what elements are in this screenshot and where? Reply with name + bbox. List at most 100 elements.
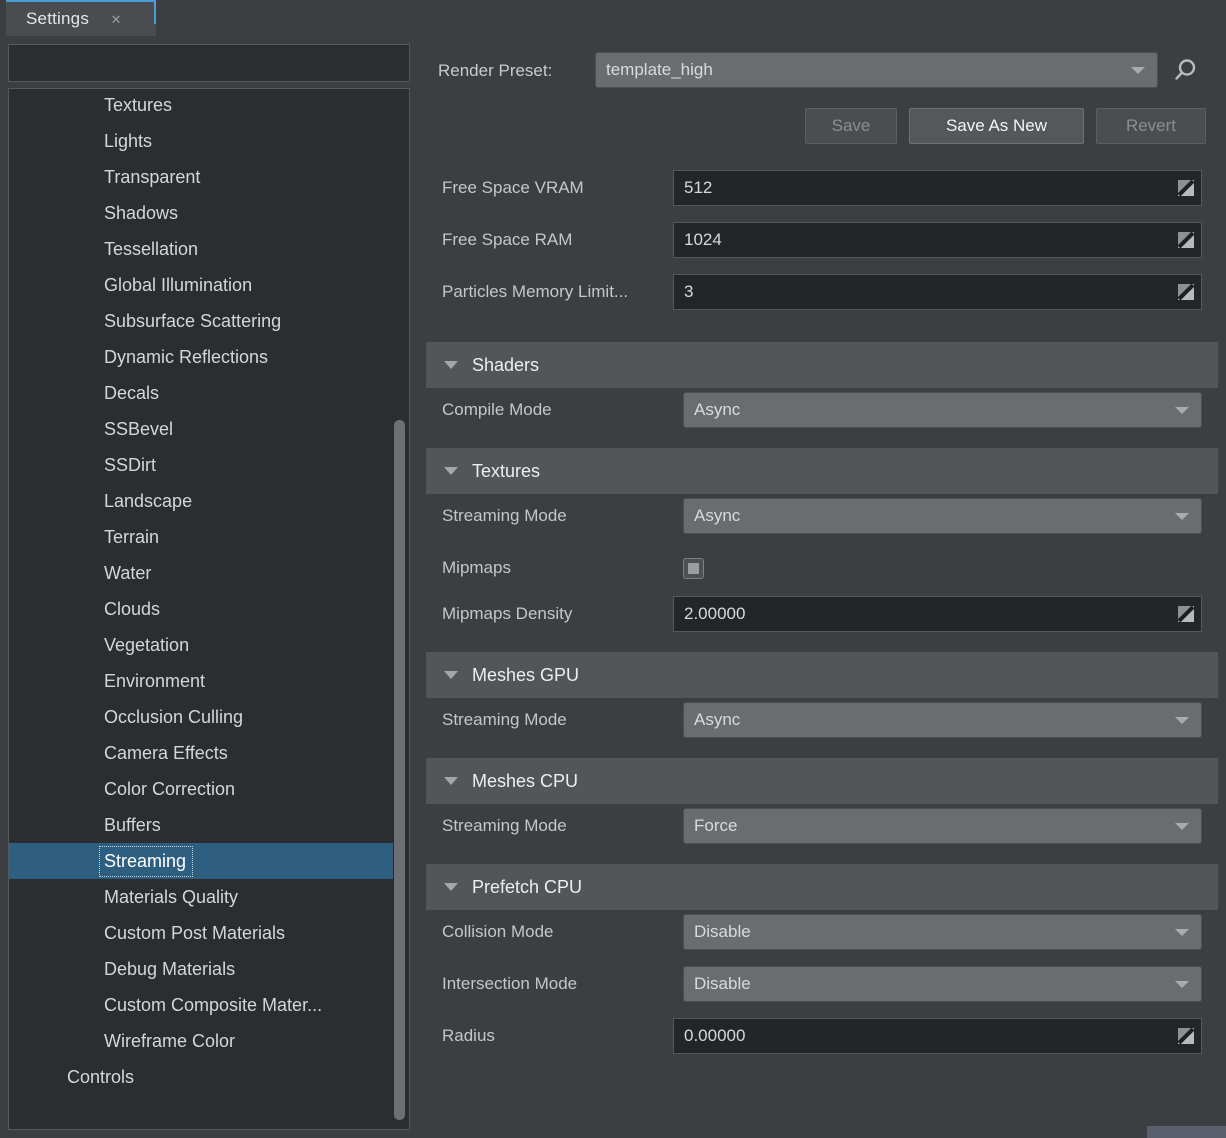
save-as-new-button-label: Save As New — [945, 116, 1048, 135]
sidebar-item-label: Subsurface Scattering — [104, 310, 282, 331]
sidebar-item-global-illumination[interactable]: Global Illumination — [9, 267, 389, 303]
save-as-new-button[interactable]: Save As New — [909, 108, 1084, 144]
revert-button[interactable]: Revert — [1096, 108, 1206, 144]
sidebar-item-label: Decals — [104, 382, 160, 403]
sidebar-item-label: Shadows — [104, 202, 179, 223]
sidebar-item-label: Streaming — [98, 845, 194, 877]
resize-grip-icon[interactable] — [1177, 231, 1195, 249]
sidebar-scrollbar-thumb[interactable] — [394, 420, 405, 1120]
streaming-mode-value: Async — [694, 506, 741, 525]
chevron-down-icon — [1175, 929, 1189, 936]
sidebar-item-occlusion-culling[interactable]: Occlusion Culling — [9, 699, 389, 735]
save-button[interactable]: Save — [805, 108, 897, 144]
sidebar-scrollbar-track[interactable] — [394, 90, 408, 1128]
resize-grip-icon[interactable] — [1177, 1027, 1195, 1045]
section-title: Meshes GPU — [472, 664, 580, 685]
sidebar-item-subsurface-scattering[interactable]: Subsurface Scattering — [9, 303, 389, 339]
streaming-mode-dropdown[interactable]: Async — [683, 498, 1202, 534]
sidebar-tree[interactable]: Textures Lights Transparent Shadows Tessella… — [8, 88, 410, 1130]
intersection-mode-dropdown[interactable]: Disable — [683, 966, 1202, 1002]
sidebar-item-label: Buffers — [104, 814, 161, 835]
sidebar-item-label: Wireframe Color — [104, 1030, 236, 1051]
mipmaps-density-input[interactable]: 2.00000 — [673, 596, 1202, 632]
sidebar-item-ssbevel[interactable]: SSBevel — [9, 411, 389, 447]
section-header-textures[interactable]: Textures — [426, 448, 1218, 494]
close-icon[interactable]: ✕ — [109, 12, 123, 26]
sidebar-item-shadows[interactable]: Shadows — [9, 195, 389, 231]
sidebar-item-wireframe-color[interactable]: Wireframe Color — [9, 1023, 389, 1059]
checkbox-mark-icon — [688, 563, 699, 574]
particles-memory-limit-value: 3 — [684, 282, 694, 301]
search-input[interactable] — [9, 45, 409, 81]
sidebar-item-label: Lights — [104, 130, 153, 151]
section-header-prefetch-cpu[interactable]: Prefetch CPU — [426, 864, 1218, 910]
sidebar-item-buffers[interactable]: Buffers — [9, 807, 389, 843]
sidebar-item-controls[interactable]: Controls — [9, 1059, 389, 1095]
render-preset-dropdown[interactable]: template_high — [595, 52, 1158, 88]
mipmaps-checkbox[interactable] — [683, 558, 704, 579]
sidebar-item-label: Controls — [67, 1066, 135, 1087]
property-row: Streaming Mode Async — [418, 698, 1226, 742]
sidebar-item-environment[interactable]: Environment — [9, 663, 389, 699]
preset-button-row: Save Save As New Revert — [418, 108, 1226, 148]
streaming-mode-dropdown[interactable]: Async — [683, 702, 1202, 738]
section-header-meshes-gpu[interactable]: Meshes GPU — [426, 652, 1218, 698]
sidebar-item-label: Environment — [104, 670, 206, 691]
sidebar-item-camera-effects[interactable]: Camera Effects — [9, 735, 389, 771]
streaming-mode-label: Streaming Mode — [442, 816, 567, 835]
sidebar-item-vegetation[interactable]: Vegetation — [9, 627, 389, 663]
sidebar-item-lights[interactable]: Lights — [9, 123, 389, 159]
sidebar-item-custom-composite-mater[interactable]: Custom Composite Mater... — [9, 987, 389, 1023]
mipmaps-density-label: Mipmaps Density — [442, 604, 573, 623]
collision-mode-dropdown[interactable]: Disable — [683, 914, 1202, 950]
sidebar-item-textures[interactable]: Textures — [9, 89, 389, 123]
free-space-ram-label: Free Space RAM — [442, 230, 573, 249]
tab-active-indicator — [154, 2, 156, 24]
sidebar-item-label: Landscape — [104, 490, 193, 511]
section-header-meshes-cpu[interactable]: Meshes CPU — [426, 758, 1218, 804]
free-space-ram-input[interactable]: 1024 — [673, 222, 1202, 258]
sidebar-item-terrain[interactable]: Terrain — [9, 519, 389, 555]
sidebar-item-debug-materials[interactable]: Debug Materials — [9, 951, 389, 987]
resize-grip-icon[interactable] — [1177, 283, 1195, 301]
streaming-mode-dropdown[interactable]: Force — [683, 808, 1202, 844]
sidebar-tree-list: Textures Lights Transparent Shadows Tessella… — [9, 89, 393, 1095]
mipmaps-density-value: 2.00000 — [684, 604, 746, 623]
sidebar-item-dynamic-reflections[interactable]: Dynamic Reflections — [9, 339, 389, 375]
property-row: Compile Mode Async — [418, 388, 1226, 432]
sidebar-item-label: Materials Quality — [104, 886, 239, 907]
sidebar-item-label: Color Correction — [104, 778, 236, 799]
sidebar-item-label: SSBevel — [104, 418, 174, 439]
search-icon[interactable] — [1170, 56, 1200, 86]
particles-memory-limit-input[interactable]: 3 — [673, 274, 1202, 310]
sidebar-item-tessellation[interactable]: Tessellation — [9, 231, 389, 267]
section-title: Meshes CPU — [472, 770, 579, 791]
tab-settings[interactable]: Settings ✕ — [6, 0, 156, 36]
sidebar-item-ssdirt[interactable]: SSDirt — [9, 447, 389, 483]
sidebar-item-label: Vegetation — [104, 634, 190, 655]
sidebar-item-custom-post-materials[interactable]: Custom Post Materials — [9, 915, 389, 951]
sidebar-search-box[interactable] — [8, 44, 410, 82]
free-space-vram-input[interactable]: 512 — [673, 170, 1202, 206]
sidebar-item-label: Clouds — [104, 598, 161, 619]
resize-grip-icon[interactable] — [1177, 605, 1195, 623]
sidebar-item-clouds[interactable]: Clouds — [9, 591, 389, 627]
section-header-shaders[interactable]: Shaders — [426, 342, 1218, 388]
compile-mode-dropdown[interactable]: Async — [683, 392, 1202, 428]
sidebar-item-streaming[interactable]: Streaming — [9, 843, 393, 879]
free-space-vram-label: Free Space VRAM — [442, 178, 584, 197]
property-row: Particles Memory Limit... 3 — [418, 270, 1226, 314]
sidebar-item-water[interactable]: Water — [9, 555, 389, 591]
sidebar-item-decals[interactable]: Decals — [9, 375, 389, 411]
radius-input[interactable]: 0.00000 — [673, 1018, 1202, 1054]
section-title: Prefetch CPU — [472, 876, 583, 897]
chevron-down-icon — [444, 671, 458, 679]
compile-mode-value: Async — [694, 400, 741, 419]
sidebar-item-landscape[interactable]: Landscape — [9, 483, 389, 519]
sidebar-item-materials-quality[interactable]: Materials Quality — [9, 879, 389, 915]
property-row: Free Space RAM 1024 — [418, 218, 1226, 262]
resize-grip-icon[interactable] — [1177, 179, 1195, 197]
sidebar-item-color-correction[interactable]: Color Correction — [9, 771, 389, 807]
bottom-accent-bar — [1147, 1126, 1226, 1138]
sidebar-item-transparent[interactable]: Transparent — [9, 159, 389, 195]
